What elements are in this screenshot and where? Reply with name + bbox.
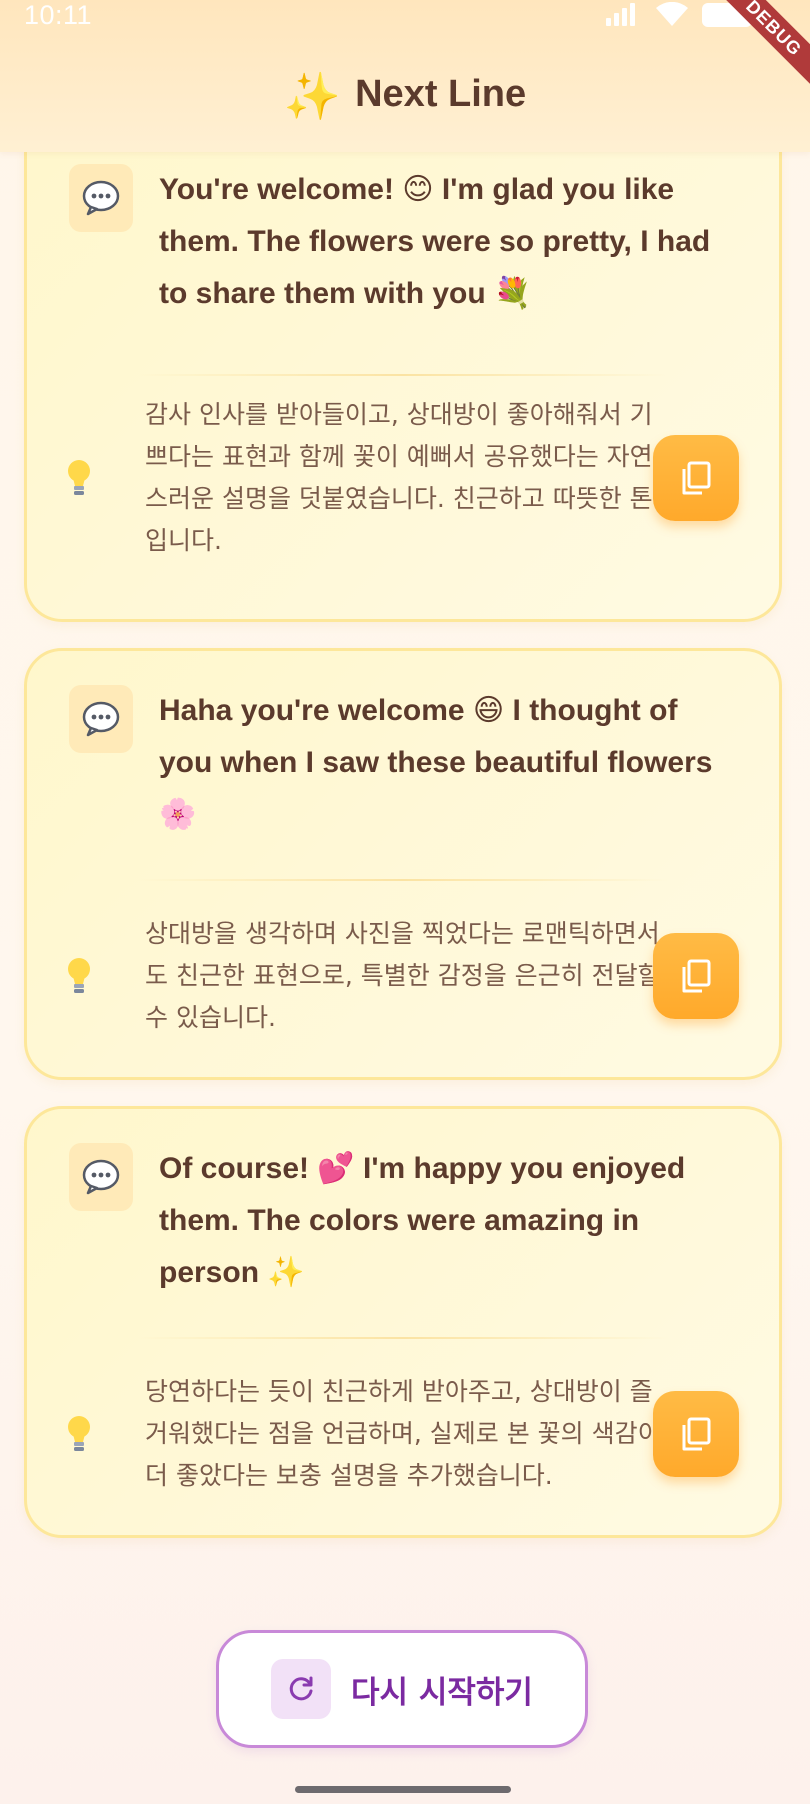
lightbulb-icon (68, 460, 90, 495)
copy-icon (682, 959, 711, 993)
page-title: ✨ Next Line (0, 62, 810, 128)
suggestion-tip-row: 상대방을 생각하며 사진을 찍었다는 로맨틱하면서도 친근한 표현으로, 특별한… (65, 901, 739, 1051)
suggestion-tip: 당연하다는 듯이 친근하게 받아주고, 상대방이 즐거워했다는 점을 언급하며,… (145, 1377, 661, 1490)
suggestion-card: You're welcome! 😊 I'm glad you like them… (24, 130, 782, 622)
copy-button[interactable] (653, 435, 739, 521)
app-bar: 10:11 DEBUG ✨ Next Line (0, 0, 810, 152)
copy-button[interactable] (653, 1391, 739, 1477)
suggestion-message[interactable]: Haha you're welcome 😄 I thought of you w… (159, 685, 739, 841)
copy-icon (682, 1417, 711, 1451)
divider (137, 879, 669, 881)
suggestion-message[interactable]: You're welcome! 😊 I'm glad you like them… (159, 164, 739, 320)
chat-bubble-icon (69, 164, 133, 232)
suggestion-message[interactable]: Of course! 💕 I'm happy you enjoyed them.… (159, 1143, 739, 1299)
suggestion-card: Of course! 💕 I'm happy you enjoyed them.… (24, 1106, 782, 1538)
suggestion-card: Haha you're welcome 😄 I thought of you w… (24, 648, 782, 1080)
suggestion-message-row: Haha you're welcome 😄 I thought of you w… (69, 685, 739, 841)
refresh-icon (271, 1659, 332, 1719)
suggestion-tip-row: 감사 인사를 받아들이고, 상대방이 좋아해줘서 기쁘다는 표현과 함께 꽃이 … (65, 394, 739, 562)
wifi-icon (656, 2, 688, 26)
restart-button[interactable]: 다시 시작하기 (216, 1630, 588, 1748)
home-indicator[interactable] (295, 1786, 511, 1793)
restart-button-label: 다시 시작하기 (351, 1674, 533, 1711)
suggestion-message-row: Of course! 💕 I'm happy you enjoyed them.… (69, 1143, 739, 1299)
status-time: 10:11 (24, 0, 93, 30)
suggestion-message-row: You're welcome! 😊 I'm glad you like them… (69, 164, 739, 320)
lightbulb-icon (68, 958, 90, 993)
suggestion-tip-row: 당연하다는 듯이 친근하게 받아주고, 상대방이 즐거워했다는 점을 언급하며,… (65, 1359, 739, 1509)
signal-icon (606, 3, 635, 26)
lightbulb-icon (68, 1416, 90, 1451)
chat-bubble-icon (69, 1143, 133, 1211)
divider (137, 1337, 669, 1339)
suggestion-tip: 감사 인사를 받아들이고, 상대방이 좋아해줘서 기쁘다는 표현과 함께 꽃이 … (145, 400, 653, 555)
divider (137, 374, 669, 376)
chat-bubble-icon (69, 685, 133, 753)
copy-icon (682, 461, 711, 495)
status-icons (606, 2, 752, 27)
page-title-text: Next Line (355, 73, 527, 115)
suggestion-tip: 상대방을 생각하며 사진을 찍었다는 로맨틱하면서도 친근한 표현으로, 특별한… (145, 919, 661, 1032)
sparkles-icon: ✨ (283, 69, 342, 122)
suggestion-list: You're welcome! 😊 I'm glad you like them… (24, 130, 782, 1564)
copy-button[interactable] (653, 933, 739, 1019)
